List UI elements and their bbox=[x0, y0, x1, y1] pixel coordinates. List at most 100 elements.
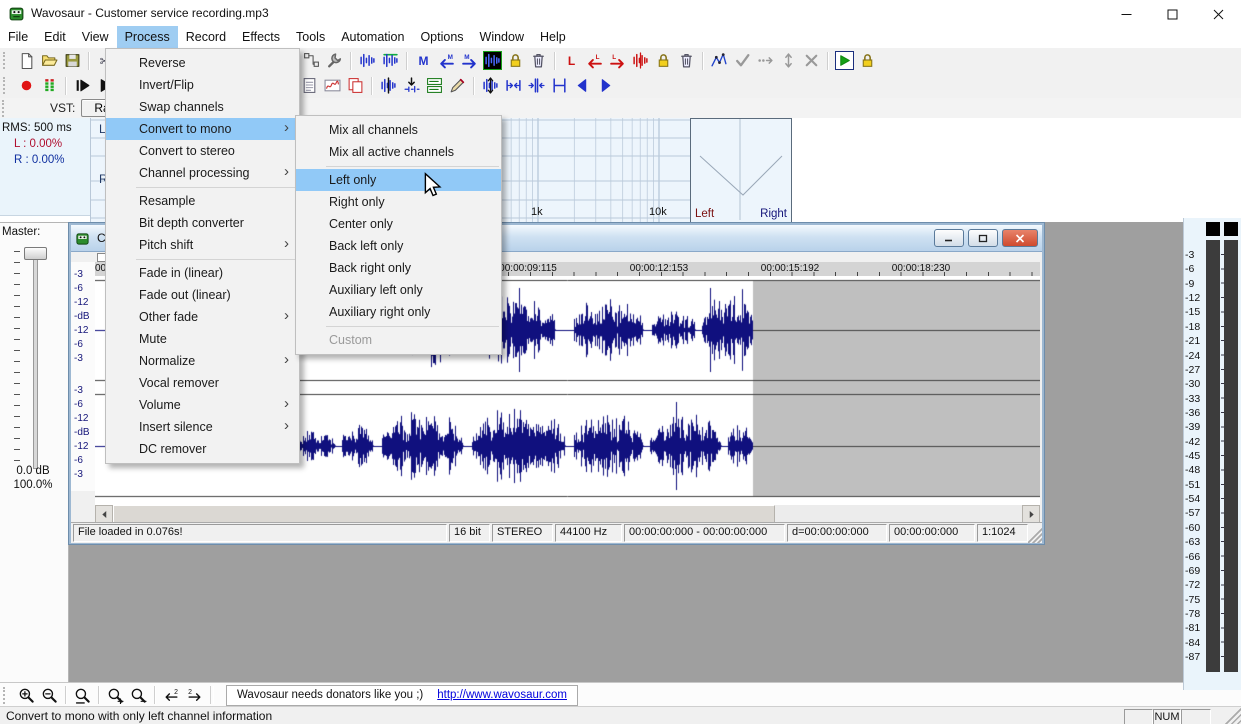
horizontal-scrollbar[interactable] bbox=[95, 505, 1040, 522]
menu-item-back-left-only[interactable]: Back left only bbox=[296, 235, 501, 257]
loop-l-icon[interactable]: L bbox=[560, 50, 583, 72]
toolbar-grip[interactable] bbox=[3, 687, 12, 704]
zoom-in-icon[interactable] bbox=[15, 684, 38, 706]
menu-item-vocal-remover[interactable]: Vocal remover bbox=[106, 372, 299, 394]
marker-prev-icon[interactable]: M bbox=[435, 50, 458, 72]
new-file-icon[interactable] bbox=[15, 50, 38, 72]
loop-wave-icon[interactable] bbox=[629, 50, 652, 72]
marker-wave-icon[interactable] bbox=[356, 50, 379, 72]
menu-item-fade-in-linear-[interactable]: Fade in (linear) bbox=[106, 262, 299, 284]
clip-indicator-left[interactable] bbox=[1206, 222, 1220, 236]
wave-fit-icon[interactable] bbox=[548, 75, 571, 97]
menu-record[interactable]: Record bbox=[178, 26, 234, 48]
menu-item-normalize[interactable]: Normalize› bbox=[106, 350, 299, 372]
loop-next-icon[interactable]: L bbox=[606, 50, 629, 72]
menu-help[interactable]: Help bbox=[532, 26, 574, 48]
wavosaur-website-link[interactable]: http://www.wavosaur.com bbox=[437, 689, 567, 701]
menu-effects[interactable]: Effects bbox=[234, 26, 288, 48]
menu-item-right-only[interactable]: Right only bbox=[296, 191, 501, 213]
envelope-apply-icon[interactable] bbox=[731, 50, 754, 72]
menu-item-bit-depth-converter[interactable]: Bit depth converter bbox=[106, 212, 299, 234]
menu-edit[interactable]: Edit bbox=[36, 26, 74, 48]
zoom-in-small-icon[interactable] bbox=[104, 684, 127, 706]
record-icon[interactable] bbox=[15, 75, 38, 97]
scroll-right-x2-icon[interactable]: 2 bbox=[183, 684, 206, 706]
loop-lock-icon[interactable] bbox=[652, 50, 675, 72]
save-file-icon[interactable] bbox=[61, 50, 84, 72]
batch-list-icon[interactable] bbox=[423, 75, 446, 97]
menu-item-left-only[interactable]: Left only bbox=[296, 169, 501, 191]
menu-item-other-fade[interactable]: Other fade› bbox=[106, 306, 299, 328]
marker-next-icon[interactable]: M bbox=[458, 50, 481, 72]
nav-prev-icon[interactable] bbox=[571, 75, 594, 97]
loop-prev-icon[interactable]: L bbox=[583, 50, 606, 72]
doc-close-button[interactable] bbox=[1002, 229, 1038, 247]
toolbar-grip[interactable] bbox=[3, 77, 12, 94]
envelope-clear-icon[interactable] bbox=[800, 50, 823, 72]
zoom-selection-icon[interactable] bbox=[71, 684, 94, 706]
menu-item-fade-out-linear-[interactable]: Fade out (linear) bbox=[106, 284, 299, 306]
window-resize-grip[interactable] bbox=[1225, 708, 1241, 724]
menu-process[interactable]: Process bbox=[117, 26, 178, 48]
wave-shrink-icon[interactable] bbox=[502, 75, 525, 97]
loop-delete-icon[interactable] bbox=[675, 50, 698, 72]
wrench-icon[interactable] bbox=[323, 50, 346, 72]
menu-automation[interactable]: Automation bbox=[333, 26, 412, 48]
pencil-edit-icon[interactable] bbox=[446, 75, 469, 97]
play-from-start-icon[interactable] bbox=[71, 75, 94, 97]
wave-shrink-alt-icon[interactable] bbox=[525, 75, 548, 97]
menu-item-convert-to-mono[interactable]: Convert to mono› bbox=[106, 118, 299, 140]
envelope-lock-icon[interactable] bbox=[856, 50, 879, 72]
zoom-out-icon[interactable] bbox=[38, 684, 61, 706]
menu-item-center-only[interactable]: Center only bbox=[296, 213, 501, 235]
copy-pages-icon[interactable] bbox=[344, 75, 367, 97]
envelope-vertical-icon[interactable] bbox=[777, 50, 800, 72]
menu-item-mix-all-active-channels[interactable]: Mix all active channels bbox=[296, 141, 501, 163]
menu-item-convert-to-stereo[interactable]: Convert to stereo bbox=[106, 140, 299, 162]
clip-indicator-right[interactable] bbox=[1224, 222, 1238, 236]
menu-item-resample[interactable]: Resample bbox=[106, 190, 299, 212]
envelope-play-icon[interactable] bbox=[833, 50, 856, 72]
close-button[interactable] bbox=[1195, 0, 1241, 28]
doc-resize-grip[interactable] bbox=[1028, 523, 1042, 543]
wave-expand-icon[interactable] bbox=[479, 75, 502, 97]
marker-wave-loop-icon[interactable] bbox=[379, 50, 402, 72]
scroll-left-x2-icon[interactable]: 2 bbox=[160, 684, 183, 706]
menu-item-invert-flip[interactable]: Invert/Flip bbox=[106, 74, 299, 96]
monitor-icon[interactable] bbox=[38, 75, 61, 97]
maximize-button[interactable] bbox=[1149, 0, 1195, 28]
menu-item-channel-processing[interactable]: Channel processing› bbox=[106, 162, 299, 184]
marker-m-icon[interactable]: M bbox=[412, 50, 435, 72]
menu-item-insert-silence[interactable]: Insert silence› bbox=[106, 416, 299, 438]
minimize-button[interactable] bbox=[1103, 0, 1149, 28]
stats-wave-icon[interactable] bbox=[321, 75, 344, 97]
menu-options[interactable]: Options bbox=[412, 26, 471, 48]
doc-minimize-button[interactable] bbox=[934, 229, 964, 247]
envelope-points-icon[interactable] bbox=[754, 50, 777, 72]
toolbar-grip[interactable] bbox=[2, 100, 11, 117]
toolbar-grip[interactable] bbox=[3, 52, 12, 69]
menu-file[interactable]: File bbox=[0, 26, 36, 48]
zoom-out-small-icon[interactable] bbox=[127, 684, 150, 706]
master-slider-thumb[interactable] bbox=[24, 247, 47, 260]
marker-delete-icon[interactable] bbox=[527, 50, 550, 72]
paste-doc-icon[interactable] bbox=[298, 75, 321, 97]
marker-play-icon[interactable] bbox=[481, 50, 504, 72]
menu-item-mix-all-channels[interactable]: Mix all channels bbox=[296, 119, 501, 141]
menu-item-auxiliary-right-only[interactable]: Auxiliary right only bbox=[296, 301, 501, 323]
wave-drop-icon[interactable] bbox=[400, 75, 423, 97]
wave-insert-icon[interactable] bbox=[377, 75, 400, 97]
marker-lock-icon[interactable] bbox=[504, 50, 527, 72]
menu-item-back-right-only[interactable]: Back right only bbox=[296, 257, 501, 279]
menu-item-pitch-shift[interactable]: Pitch shift› bbox=[106, 234, 299, 256]
node-editor-icon[interactable] bbox=[300, 50, 323, 72]
menu-item-volume[interactable]: Volume› bbox=[106, 394, 299, 416]
doc-restore-button[interactable] bbox=[968, 229, 998, 247]
menu-item-auxiliary-left-only[interactable]: Auxiliary left only bbox=[296, 279, 501, 301]
menu-item-dc-remover[interactable]: DC remover bbox=[106, 438, 299, 460]
envelope-icon[interactable] bbox=[708, 50, 731, 72]
menu-tools[interactable]: Tools bbox=[288, 26, 333, 48]
menu-item-mute[interactable]: Mute bbox=[106, 328, 299, 350]
nav-next-icon[interactable] bbox=[594, 75, 617, 97]
menu-item-swap-channels[interactable]: Swap channels bbox=[106, 96, 299, 118]
